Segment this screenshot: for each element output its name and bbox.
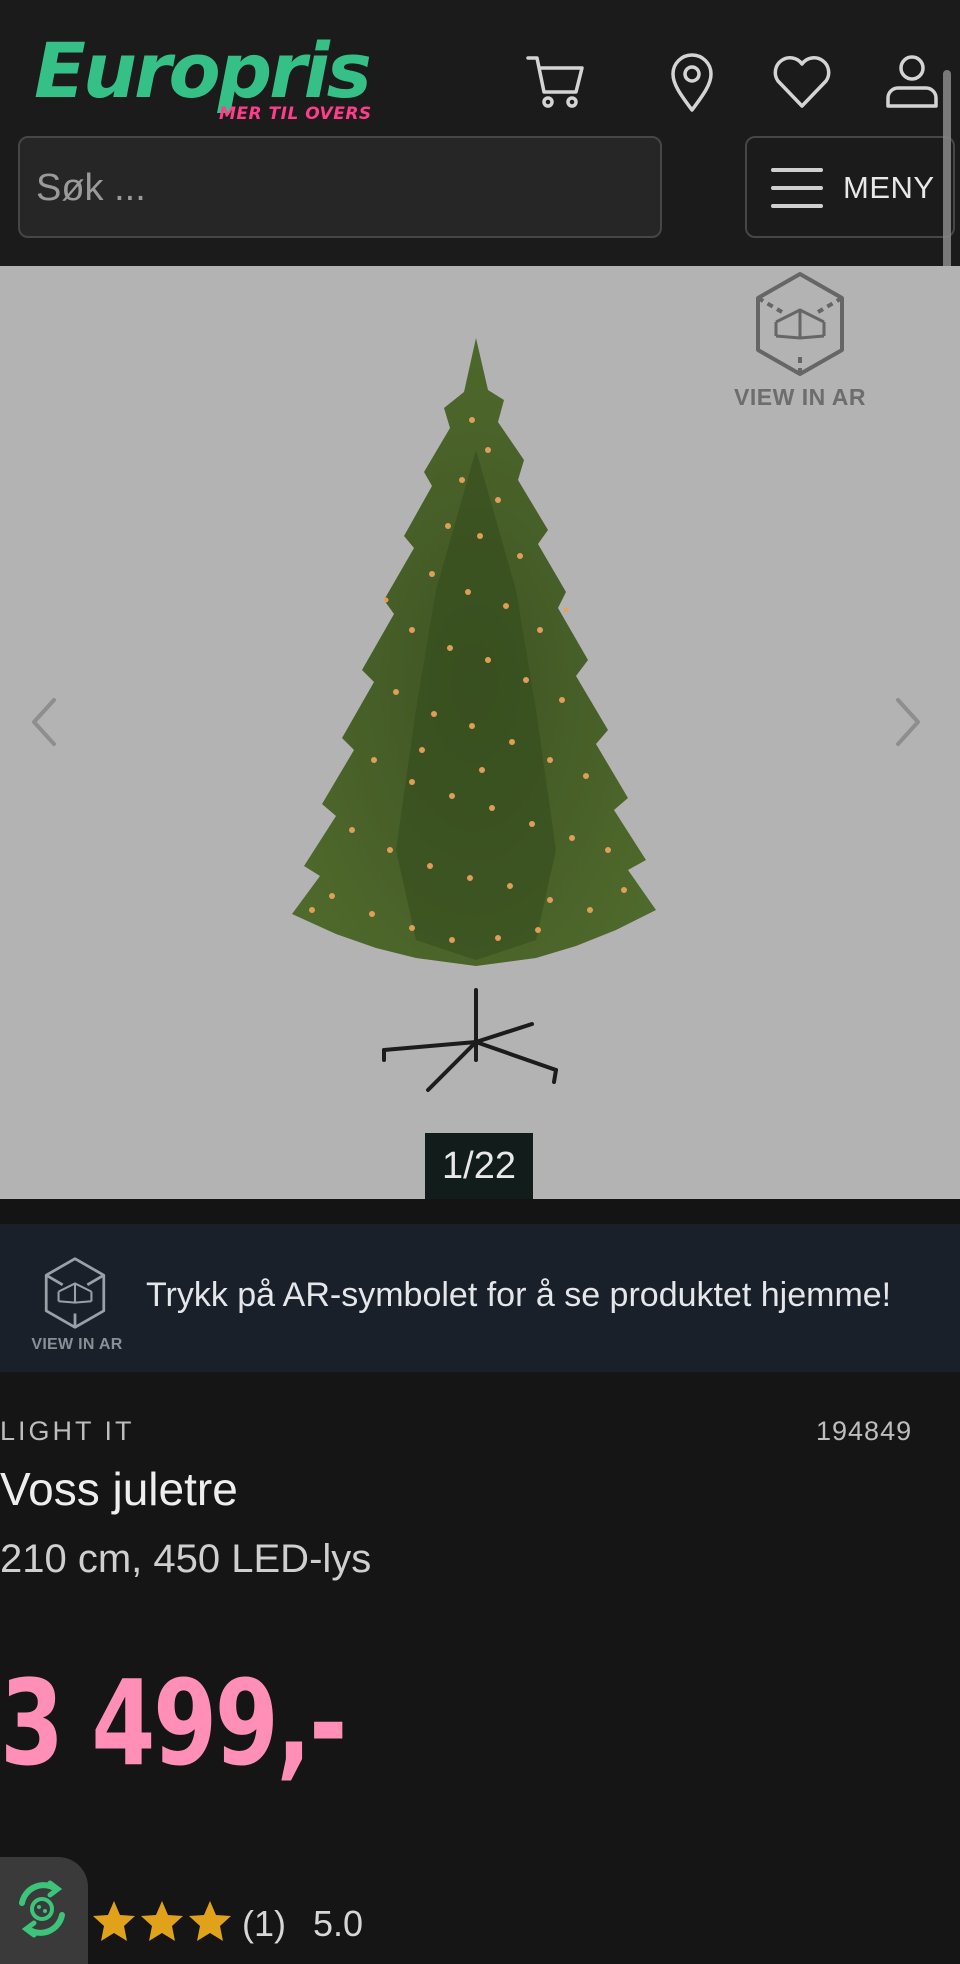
image-counter: 1/22 [425, 1133, 533, 1199]
search-input[interactable] [34, 138, 638, 238]
site-header: Europris MER TIL OVERS MENY [0, 0, 960, 266]
product-subtitle: 210 cm, 450 LED-lys [0, 1537, 372, 1581]
ar-cube-icon [756, 272, 844, 376]
star-icon [189, 1901, 231, 1941]
product-sku: 194849 [816, 1416, 913, 1446]
ar-info-banner: VIEW IN AR Trykk på AR-symbolet for å se… [0, 1224, 960, 1372]
rating-count[interactable]: (1) [242, 1903, 286, 1945]
user-icon[interactable] [880, 50, 944, 114]
gallery-next-arrow[interactable] [888, 692, 928, 752]
star-icon [141, 1901, 183, 1941]
heart-icon[interactable] [770, 50, 834, 114]
menu-label: MENY [843, 170, 935, 205]
recycle-icon [19, 1880, 65, 1938]
hamburger-icon [771, 168, 823, 208]
location-pin-icon[interactable] [660, 50, 724, 114]
logo-wordmark: Europris [34, 26, 372, 115]
ar-instruction-text: Trykk på AR-symbolet for å se produktet … [146, 1276, 892, 1314]
product-image-gallery[interactable]: VIEW IN AR 1/22 [0, 266, 960, 1199]
ar-cube-icon [44, 1257, 106, 1329]
product-price: 3 499,- [0, 1654, 347, 1792]
eco-badge[interactable] [0, 1857, 88, 1964]
christmas-tree-image [292, 338, 656, 1092]
product-brand[interactable]: LIGHT IT [0, 1416, 135, 1447]
view-in-ar-button[interactable]: VIEW IN AR [722, 266, 878, 422]
menu-button[interactable]: MENY [745, 136, 955, 238]
logo-tagline: MER TIL OVERS [219, 104, 372, 124]
gallery-prev-arrow[interactable] [24, 692, 64, 752]
view-in-ar-label: VIEW IN AR [31, 1336, 123, 1353]
search-box[interactable] [18, 136, 662, 238]
view-in-ar-label: VIEW IN AR [734, 384, 866, 410]
cart-icon[interactable] [524, 50, 588, 114]
rating-score: 5.0 [313, 1903, 364, 1944]
section-divider [0, 1199, 960, 1224]
product-title: Voss juletre [0, 1463, 238, 1515]
star-icon [93, 1901, 135, 1941]
europris-logo[interactable]: Europris MER TIL OVERS [34, 26, 372, 130]
